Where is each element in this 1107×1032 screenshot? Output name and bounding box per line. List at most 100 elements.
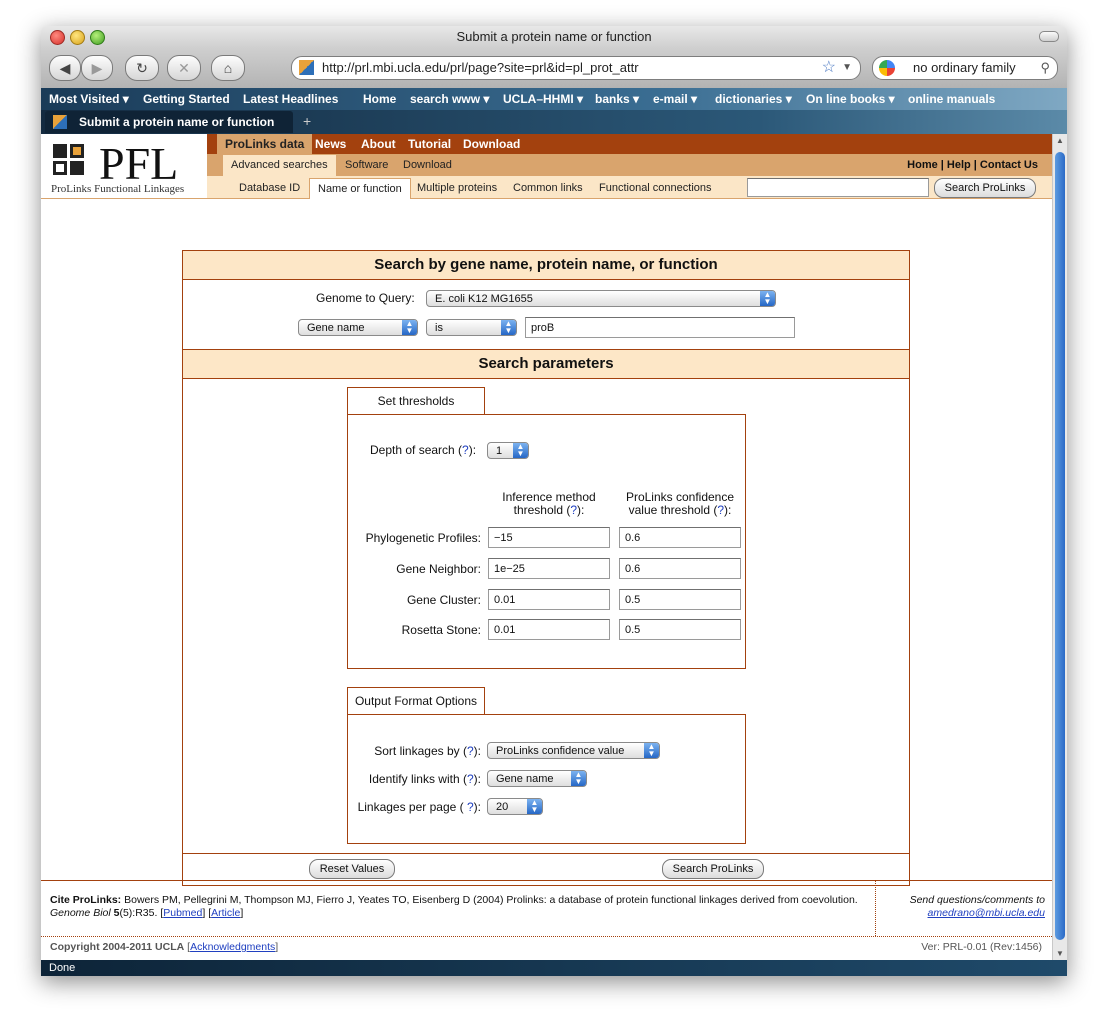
bookmark-home[interactable]: Home [363,88,396,110]
site-logo[interactable]: PFL ProLinks Functional Linkages [51,138,207,195]
help-link[interactable]: ? [467,772,474,786]
genome-select[interactable]: E. coli K12 MG1655 ▲ ▼ [426,290,776,307]
nav-download[interactable]: Download [455,134,528,154]
rosetta-stone-confidence-input[interactable]: 0.5 [619,619,741,640]
sort-select[interactable]: ProLinks confidence value ▲ ▼ [487,742,660,759]
url-bar[interactable]: http://prl.mbi.ucla.edu/prl/page?site=pr… [291,56,861,80]
minimize-window-icon[interactable] [70,30,85,45]
bookmark-online-books[interactable]: On line books ▾ [806,88,895,110]
help-link[interactable]: ? [467,744,474,758]
nav-download-2[interactable]: Download [395,155,460,176]
gene-cluster-method-input[interactable]: 0.01 [488,589,610,610]
article-link[interactable]: Article [211,907,240,919]
nav-software[interactable]: Software [337,155,396,176]
output-format-fieldset: Sort linkages by (?): ProLinks confidenc… [347,714,746,844]
search-prolinks-button[interactable]: Search ProLinks [662,859,764,879]
search-engine-icon[interactable] [879,60,895,76]
nav-home-help-contact[interactable]: Home | Help | Contact Us [907,154,1038,176]
acknowledgments-link[interactable]: Acknowledgments [190,941,275,953]
per-page-select[interactable]: 20 ▲ ▼ [487,798,543,815]
bookmark-dictionaries[interactable]: dictionaries ▾ [715,88,792,110]
bookmark-latest-headlines[interactable]: Latest Headlines [243,88,338,110]
search-type-nav: Database ID Name or function Multiple pr… [207,176,1052,199]
bookmark-star-icon[interactable]: ☆ [822,57,836,79]
nav-prolinks-data[interactable]: ProLinks data [217,134,313,154]
footer-divider [41,880,1052,881]
bookmark-online-manuals[interactable]: online manuals [908,88,995,110]
scroll-down-icon[interactable]: ▼ [1056,949,1064,958]
chevron-updown-icon: ▲ ▼ [527,799,542,814]
rosetta-stone-method-input[interactable]: 0.01 [488,619,610,640]
gene-neighbor-confidence-input[interactable]: 0.6 [619,558,741,579]
thresholds-fieldset: Depth of search (?): 1 ▲ ▼ Inference meth… [347,414,746,669]
help-link[interactable]: ? [462,443,469,457]
gene-cluster-confidence-input[interactable]: 0.5 [619,589,741,610]
tab-name-or-function[interactable]: Name or function [309,178,411,199]
pubmed-link[interactable]: Pubmed [163,907,202,919]
back-icon[interactable]: ◀ [49,55,81,81]
chevron-updown-icon: ▲ ▼ [571,771,586,786]
tab-functional-connections[interactable]: Functional connections [591,178,720,198]
help-link[interactable]: ? [570,503,577,517]
nav-about[interactable]: About [353,134,404,154]
bookmarks-bar: Most Visited ▾ Getting Started Latest He… [41,88,1067,110]
tab-title: Submit a protein name or function [79,115,275,129]
scroll-up-icon[interactable]: ▲ [1056,136,1064,145]
new-tab-icon[interactable]: + [303,113,311,129]
gene-neighbor-method-input[interactable]: 1e−25 [488,558,610,579]
chevron-updown-icon: ▲ ▼ [513,443,528,458]
method-threshold-header: Inference method threshold (?): [502,490,596,517]
url-dropdown-icon[interactable]: ▼ [842,57,852,79]
footer-bottom-divider [41,936,1052,937]
field-select[interactable]: Gene name ▲ ▼ [298,319,418,336]
bookmark-email[interactable]: e-mail ▾ [653,88,697,110]
form-divider [183,853,909,854]
vertical-scrollbar[interactable]: ▲ ▼ [1052,134,1067,960]
identify-select[interactable]: Gene name ▲ ▼ [487,770,587,787]
chevron-updown-icon: ▲ ▼ [501,320,516,335]
bookmark-search-www[interactable]: search www ▾ [410,88,489,110]
phylogenetic-method-input[interactable]: −15 [488,527,610,548]
bookmark-ucla-hhmi[interactable]: UCLA–HHMI ▾ [503,88,583,110]
identify-label: Identify links with (?): [368,772,481,786]
help-link[interactable]: ? [467,800,474,814]
row-label-gene-cluster: Gene Cluster: [406,593,481,607]
tab-database-id[interactable]: Database ID [231,178,308,198]
genome-label: Genome to Query: [316,291,415,305]
depth-select[interactable]: 1 ▲ ▼ [487,442,529,459]
scrollbar-thumb[interactable] [1055,152,1065,940]
email-link[interactable]: amedrano@mbi.ucla.edu [928,907,1045,919]
nav-news[interactable]: News [307,134,354,154]
home-icon[interactable]: ⌂ [211,55,245,81]
tab-common-links[interactable]: Common links [505,178,591,198]
search-input[interactable]: no ordinary family ⚲ [872,56,1058,80]
zoom-window-icon[interactable] [90,30,105,45]
reload-icon[interactable]: ↻ [125,55,159,81]
phylogenetic-confidence-input[interactable]: 0.6 [619,527,741,548]
close-window-icon[interactable] [50,30,65,45]
quick-search-button[interactable]: Search ProLinks [934,178,1036,198]
per-page-select-value: 20 [496,801,509,813]
bookmark-most-visited[interactable]: Most Visited ▾ [49,88,129,110]
bookmark-banks[interactable]: banks ▾ [595,88,639,110]
nav-advanced-searches[interactable]: Advanced searches [223,155,336,176]
query-input[interactable]: proB [525,317,795,338]
toolbar-toggle-icon[interactable] [1039,31,1059,42]
stop-icon[interactable]: ✕ [167,55,201,81]
reset-values-button[interactable]: Reset Values [309,859,395,879]
identify-select-value: Gene name [496,773,554,785]
version-info: Ver: PRL-0.01 (Rev:1456) [921,941,1042,953]
tab-current[interactable]: Submit a protein name or function [45,111,293,133]
status-text: Done [49,962,76,974]
forward-icon[interactable]: ▶ [81,55,113,81]
nav-tutorial[interactable]: Tutorial [400,134,459,154]
secondary-nav: Advanced searches Software Download Home… [207,154,1052,176]
operator-select[interactable]: is ▲ ▼ [426,319,517,336]
confidence-threshold-header: ProLinks confidence value threshold (?): [625,490,735,517]
bookmark-getting-started[interactable]: Getting Started [143,88,230,110]
row-label-phylogenetic: Phylogenetic Profiles: [365,531,481,545]
magnifier-icon[interactable]: ⚲ [1040,57,1050,79]
tab-multiple-proteins[interactable]: Multiple proteins [409,178,505,198]
citation: Cite ProLinks: Bowers PM, Pellegrini M, … [50,894,858,919]
quick-search-input[interactable] [747,178,929,197]
